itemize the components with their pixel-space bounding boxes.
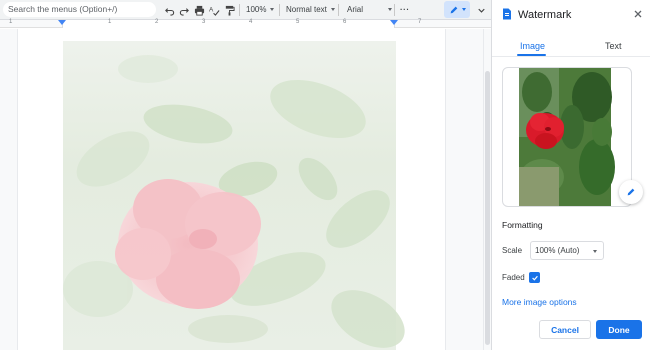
- pencil-icon: [627, 188, 635, 196]
- pencil-icon: [450, 6, 458, 13]
- ruler-number: 5: [296, 19, 300, 25]
- font-value: Arial: [347, 5, 364, 14]
- zoom-select[interactable]: 100%: [246, 3, 275, 17]
- toolbar-divider: [338, 4, 339, 16]
- svg-text:A: A: [209, 6, 214, 13]
- image-thumbnail: [519, 68, 615, 206]
- print-icon[interactable]: [192, 3, 206, 17]
- toolbar-divider: [279, 4, 280, 16]
- ruler-number: 7: [418, 19, 422, 25]
- search-menus-input[interactable]: Search the menus (Option+/): [3, 2, 156, 17]
- zoom-value: 100%: [246, 5, 267, 14]
- document-icon: [503, 8, 511, 20]
- scale-select[interactable]: 100% (Auto): [530, 241, 604, 260]
- done-button[interactable]: Done: [596, 320, 642, 339]
- panel-title: Watermark: [518, 9, 572, 21]
- paragraph-style-value: Normal text: [286, 5, 327, 14]
- tab-image[interactable]: Image: [520, 41, 545, 51]
- scrollbar-thumb[interactable]: [485, 71, 490, 345]
- faded-label: Faded: [502, 273, 525, 282]
- spellcheck-icon[interactable]: A: [207, 3, 221, 17]
- ruler-number: 1: [108, 19, 112, 25]
- more-tools-button[interactable]: ···: [400, 3, 410, 17]
- formatting-heading: Formatting: [502, 220, 543, 230]
- collapse-toolbar-icon[interactable]: [474, 3, 488, 17]
- toolbar-divider: [239, 4, 240, 16]
- undo-icon[interactable]: [162, 3, 176, 17]
- paragraph-style-select[interactable]: Normal text: [286, 3, 335, 17]
- chevron-down-icon: [270, 8, 275, 12]
- document-canvas: [0, 29, 483, 350]
- paint-format-icon[interactable]: [222, 3, 236, 17]
- watermark-preview: [502, 67, 632, 207]
- scale-label: Scale: [502, 246, 523, 255]
- tab-text[interactable]: Text: [605, 41, 622, 51]
- checkmark-icon: [531, 275, 538, 281]
- chevron-down-icon: [462, 8, 466, 11]
- font-select[interactable]: Arial: [347, 3, 393, 17]
- watermark-image: [63, 41, 405, 350]
- watermark-panel: Watermark Image Text Formatting Scale 10…: [491, 0, 650, 350]
- left-indent-marker[interactable]: [58, 20, 66, 25]
- editing-mode-button[interactable]: [444, 1, 470, 18]
- cancel-button[interactable]: Cancel: [539, 320, 591, 339]
- more-image-options-link[interactable]: More image options: [502, 297, 577, 307]
- close-icon[interactable]: [632, 8, 644, 20]
- document-scrollbar[interactable]: [483, 29, 491, 350]
- redo-icon[interactable]: [177, 3, 191, 17]
- tabs-divider: [492, 56, 650, 57]
- chevron-down-icon: [330, 8, 335, 12]
- ruler-number: 1: [9, 19, 13, 25]
- ruler-number: 2: [155, 19, 159, 25]
- ruler-number: 4: [249, 19, 253, 25]
- document-page[interactable]: [17, 29, 446, 350]
- edit-image-button[interactable]: [619, 180, 643, 204]
- toolbar: Search the menus (Option+/) A 100% Norma…: [0, 0, 491, 20]
- horizontal-ruler[interactable]: 1 1 2 3 4 5 6 7: [0, 19, 491, 28]
- right-indent-marker[interactable]: [390, 20, 398, 25]
- toolbar-divider: [394, 4, 395, 16]
- chevron-down-icon: [593, 250, 597, 253]
- ruler-number: 6: [343, 19, 347, 25]
- scale-value: 100% (Auto): [535, 246, 580, 255]
- chevron-down-icon: [388, 8, 393, 12]
- faded-checkbox[interactable]: [529, 272, 540, 283]
- ruler-number: 3: [202, 19, 206, 25]
